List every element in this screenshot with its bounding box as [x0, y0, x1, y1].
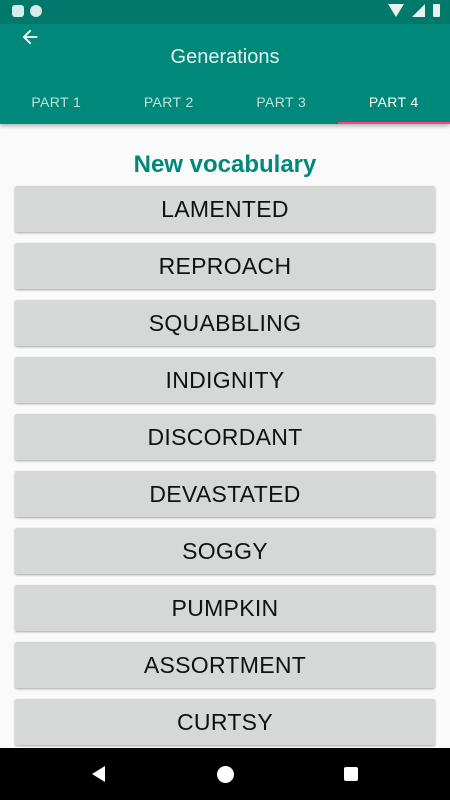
arrow-back-icon	[22, 29, 38, 45]
tab-part-2[interactable]: PART 2	[113, 80, 226, 124]
notification-icon	[30, 5, 42, 17]
system-nav-bar	[0, 748, 450, 800]
tab-label: PART 4	[368, 94, 419, 110]
word-button[interactable]: SQUABBLING	[15, 300, 435, 346]
word-button[interactable]: DISCORDANT	[15, 414, 435, 460]
battery-icon	[433, 4, 440, 17]
recents-icon	[344, 767, 358, 781]
word-button[interactable]: INDIGNITY	[15, 357, 435, 403]
vocabulary-list: LAMENTED REPROACH SQUABBLING INDIGNITY D…	[0, 186, 450, 745]
tab-label: PART 1	[31, 94, 82, 110]
word-button[interactable]: CURTSY	[15, 699, 435, 745]
word-button[interactable]: DEVASTATED	[15, 471, 435, 517]
app-bar: Generations PART 1 PART 2 PART 3 PART 4	[0, 24, 450, 124]
nav-back-button[interactable]	[68, 748, 128, 800]
word-button[interactable]: SOGGY	[15, 528, 435, 574]
tab-part-4[interactable]: PART 4	[337, 80, 450, 124]
tab-part-1[interactable]: PART 1	[0, 80, 113, 124]
nav-recents-button[interactable]	[321, 748, 381, 800]
tab-label: PART 3	[256, 94, 307, 110]
nav-home-button[interactable]	[195, 748, 255, 800]
signal-icon	[412, 4, 425, 17]
wifi-icon	[388, 4, 404, 17]
notification-icons	[12, 5, 42, 17]
tab-label: PART 2	[143, 94, 194, 110]
word-button[interactable]: REPROACH	[15, 243, 435, 289]
section-heading: New vocabulary	[133, 151, 317, 178]
home-icon	[216, 765, 234, 783]
word-button[interactable]: ASSORTMENT	[15, 642, 435, 688]
notification-icon	[12, 5, 24, 17]
word-button[interactable]: LAMENTED	[15, 186, 435, 232]
tab-part-3[interactable]: PART 3	[225, 80, 338, 124]
word-button[interactable]: PUMPKIN	[15, 585, 435, 631]
back-icon	[91, 766, 105, 782]
tab-bar: PART 1 PART 2 PART 3 PART 4	[0, 80, 450, 124]
app-title: Generations	[170, 46, 280, 68]
status-bar	[0, 0, 450, 24]
status-icons	[388, 4, 440, 17]
main-content[interactable]: New vocabulary LAMENTED REPROACH SQUABBL…	[0, 124, 450, 748]
